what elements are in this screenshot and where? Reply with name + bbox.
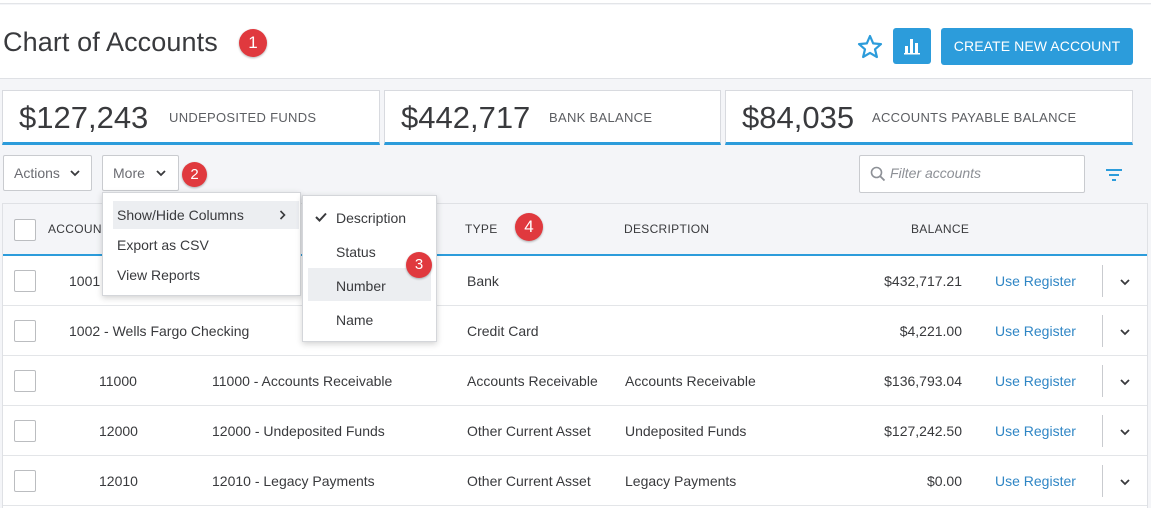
account-name: 1002 - Wells Fargo Checking bbox=[69, 323, 250, 339]
filter-icon[interactable] bbox=[1105, 166, 1123, 182]
filter-accounts-field[interactable] bbox=[859, 155, 1085, 193]
select-all-checkbox[interactable] bbox=[14, 219, 36, 241]
use-register-link[interactable]: Use Register bbox=[995, 273, 1076, 289]
use-register-link[interactable]: Use Register bbox=[995, 423, 1076, 439]
account-type: Other Current Asset bbox=[467, 473, 591, 489]
kpi-bank-balance[interactable]: $442,717 BANK BALANCE bbox=[384, 90, 721, 145]
chevron-down-icon[interactable] bbox=[1120, 278, 1130, 286]
more-label: More bbox=[113, 165, 145, 181]
table-row[interactable]: 1002 - Wells Fargo Checking Credit Card … bbox=[3, 306, 1147, 356]
account-balance: $127,242.50 bbox=[884, 423, 962, 439]
account-description: Legacy Payments bbox=[625, 473, 737, 489]
page-header: Chart of Accounts 1 CREATE NEW ACCOUNT bbox=[0, 5, 1151, 79]
kpi-amount: $442,717 bbox=[401, 100, 531, 135]
more-dropdown[interactable]: More bbox=[102, 155, 179, 191]
row-checkbox[interactable] bbox=[14, 320, 36, 342]
account-type: Credit Card bbox=[467, 323, 539, 339]
account-name: 1001 bbox=[69, 273, 101, 289]
column-header-type[interactable]: TYPE bbox=[465, 222, 498, 236]
actions-label: Actions bbox=[14, 165, 60, 181]
star-icon[interactable] bbox=[856, 33, 884, 61]
menu-item-view-reports[interactable]: View Reports bbox=[117, 267, 200, 283]
divider bbox=[1102, 465, 1103, 497]
chevron-down-icon bbox=[70, 170, 80, 177]
use-register-link[interactable]: Use Register bbox=[995, 473, 1076, 489]
table-row[interactable]: 12000 12000 - Undeposited Funds Other Cu… bbox=[3, 406, 1147, 456]
divider bbox=[1102, 415, 1103, 447]
chevron-down-icon[interactable] bbox=[1120, 378, 1130, 386]
kpi-label: UNDEPOSITED FUNDS bbox=[169, 110, 317, 125]
chevron-down-icon[interactable] bbox=[1120, 428, 1130, 436]
use-register-link[interactable]: Use Register bbox=[995, 373, 1076, 389]
annotation-badge-1: 1 bbox=[239, 29, 267, 57]
chevron-down-icon[interactable] bbox=[1120, 478, 1130, 486]
column-header-balance[interactable]: BALANCE bbox=[911, 222, 969, 236]
divider bbox=[1102, 315, 1103, 347]
account-balance: $432,717.21 bbox=[884, 273, 962, 289]
checkmark-icon bbox=[315, 212, 327, 222]
top-border bbox=[0, 0, 1151, 4]
page-title: Chart of Accounts bbox=[3, 27, 218, 57]
divider bbox=[1102, 365, 1103, 397]
kpi-amount: $127,243 bbox=[19, 100, 149, 135]
kpi-label: ACCOUNTS PAYABLE BALANCE bbox=[872, 110, 1077, 125]
row-checkbox[interactable] bbox=[14, 370, 36, 392]
menu-item-export-csv[interactable]: Export as CSV bbox=[117, 237, 209, 253]
more-menu: Show/Hide Columns Export as CSV View Rep… bbox=[102, 192, 301, 296]
account-name: 12010 - Legacy Payments bbox=[212, 473, 375, 489]
menu-item-show-hide-columns[interactable]: Show/Hide Columns bbox=[117, 207, 244, 223]
account-description: Accounts Receivable bbox=[625, 373, 756, 389]
column-header-description[interactable]: DESCRIPTION bbox=[624, 222, 709, 236]
annotation-badge-3: 3 bbox=[406, 252, 432, 278]
account-name: 11000 - Accounts Receivable bbox=[212, 373, 393, 389]
chart-button[interactable] bbox=[893, 28, 931, 64]
column-toggle-name[interactable]: Name bbox=[336, 312, 373, 328]
search-icon bbox=[870, 166, 886, 182]
table-row[interactable]: 11000 11000 - Accounts Receivable Accoun… bbox=[3, 356, 1147, 406]
kpi-amount: $84,035 bbox=[742, 100, 855, 135]
account-balance: $0.00 bbox=[926, 473, 962, 489]
divider bbox=[1102, 265, 1103, 297]
row-checkbox[interactable] bbox=[14, 470, 36, 492]
account-type: Other Current Asset bbox=[467, 423, 591, 439]
row-checkbox[interactable] bbox=[14, 420, 36, 442]
column-toggle-description[interactable]: Description bbox=[336, 210, 406, 226]
use-register-link[interactable]: Use Register bbox=[995, 323, 1076, 339]
create-new-account-button[interactable]: CREATE NEW ACCOUNT bbox=[941, 28, 1133, 65]
account-description: Undeposited Funds bbox=[625, 423, 747, 439]
account-number: 12000 bbox=[99, 423, 138, 439]
account-number: 12010 bbox=[99, 473, 138, 489]
kpi-label: BANK BALANCE bbox=[549, 110, 653, 125]
actions-dropdown[interactable]: Actions bbox=[3, 155, 92, 191]
account-type: Accounts Receivable bbox=[467, 373, 598, 389]
account-number: 11000 bbox=[99, 373, 137, 389]
bar-chart-icon bbox=[904, 39, 920, 55]
table-row[interactable]: 12010 12010 - Legacy Payments Other Curr… bbox=[3, 456, 1147, 506]
account-balance: $136,793.04 bbox=[884, 373, 962, 389]
row-checkbox[interactable] bbox=[14, 270, 36, 292]
filter-accounts-input[interactable] bbox=[890, 165, 1075, 181]
annotation-badge-4: 4 bbox=[515, 213, 543, 241]
column-toggle-status[interactable]: Status bbox=[336, 244, 376, 260]
kpi-undeposited-funds[interactable]: $127,243 UNDEPOSITED FUNDS bbox=[2, 90, 380, 145]
account-type: Bank bbox=[467, 273, 499, 289]
column-toggle-number[interactable]: Number bbox=[336, 278, 386, 294]
chevron-right-icon bbox=[279, 210, 286, 220]
account-name: 12000 - Undeposited Funds bbox=[212, 423, 385, 439]
chevron-down-icon bbox=[156, 170, 166, 177]
annotation-badge-2: 2 bbox=[182, 162, 207, 187]
account-balance: $4,221.00 bbox=[899, 323, 962, 339]
column-header-account[interactable]: ACCOUNT bbox=[48, 222, 109, 236]
chevron-down-icon[interactable] bbox=[1120, 328, 1130, 336]
kpi-accounts-payable[interactable]: $84,035 ACCOUNTS PAYABLE BALANCE bbox=[725, 90, 1133, 145]
